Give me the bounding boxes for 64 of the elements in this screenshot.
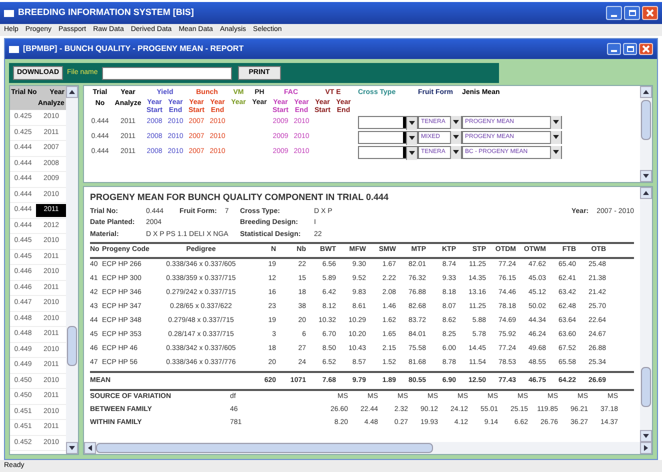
dropdown-arrow-button[interactable] — [450, 130, 461, 144]
scroll-down-button[interactable] — [640, 170, 652, 182]
caret-icon — [453, 150, 459, 154]
arrow-icon — [69, 445, 76, 451]
arrow-icon — [643, 173, 649, 179]
minimize-icon — [611, 50, 617, 52]
dropdown-arrow-button[interactable] — [450, 146, 461, 158]
caret-icon — [409, 121, 415, 125]
window-icon — [4, 10, 14, 16]
window-icon — [9, 46, 19, 52]
close-button[interactable] — [639, 43, 653, 55]
maximize-icon — [628, 10, 636, 16]
caret-icon — [409, 151, 415, 155]
dropdown-arrow-button[interactable] — [550, 130, 561, 144]
scrollbar-thumb[interactable] — [641, 367, 651, 407]
scroll-up-button[interactable] — [640, 187, 652, 199]
arrow-icon — [643, 89, 649, 95]
dropdown-arrow-button[interactable] — [550, 116, 561, 128]
scroll-down-button[interactable] — [66, 442, 78, 454]
close-icon — [642, 45, 650, 53]
caret-icon — [453, 120, 459, 124]
field-separator — [403, 132, 406, 142]
dropdown-arrow-button[interactable] — [406, 132, 417, 144]
child-window-title: [BPMBP] - BUNCH QUALITY - PROGENY MEAN - REPORT — [23, 43, 244, 55]
dropdown-arrow-button[interactable] — [406, 116, 417, 130]
dropdown-arrow-button[interactable] — [450, 116, 461, 128]
minimize-icon — [611, 15, 617, 17]
maximize-button[interactable] — [623, 43, 637, 55]
close-icon — [646, 9, 654, 17]
arrow-icon — [643, 190, 649, 196]
scroll-right-button[interactable] — [640, 442, 652, 454]
caret-icon — [453, 135, 459, 139]
minimize-button[interactable] — [606, 6, 622, 20]
caret-icon — [553, 120, 559, 124]
cross-type-dropdown[interactable] — [358, 130, 418, 144]
scroll-up-button[interactable] — [66, 86, 78, 98]
vertical-scrollbar[interactable] — [640, 187, 652, 442]
minimize-button[interactable] — [607, 43, 621, 55]
scroll-left-button[interactable] — [84, 442, 96, 454]
caret-icon — [409, 136, 415, 140]
caret-icon — [553, 150, 559, 154]
field-separator — [403, 146, 406, 158]
dropdown-arrow-button[interactable] — [406, 146, 417, 160]
scrollbar-thumb[interactable] — [96, 443, 434, 453]
vertical-scrollbar[interactable] — [66, 86, 78, 454]
arrow-icon — [69, 89, 76, 95]
window-title: BREEDING INFORMATION SYSTEM [BIS] — [18, 6, 194, 20]
maximize-button[interactable] — [624, 6, 640, 20]
file-name-field[interactable] — [102, 66, 232, 80]
arrow-icon — [87, 445, 93, 451]
scroll-up-button[interactable] — [640, 86, 652, 98]
horizontal-scrollbar[interactable] — [84, 442, 652, 454]
vertical-scrollbar[interactable] — [640, 86, 652, 182]
cross-type-dropdown[interactable] — [358, 116, 418, 128]
report-title: PROGENY MEAN FOR BUNCH QUALITY COMPONENT IN TRIAL 0.444 — [90, 191, 390, 204]
close-button[interactable] — [642, 6, 658, 20]
scrollbar-thumb[interactable] — [67, 326, 78, 366]
cross-type-dropdown[interactable] — [358, 146, 418, 158]
maximize-icon — [626, 46, 634, 52]
dropdown-arrow-button[interactable] — [550, 146, 561, 158]
scroll-down-button[interactable] — [640, 430, 652, 442]
scrollbar-thumb[interactable] — [641, 100, 651, 140]
caret-icon — [553, 135, 559, 139]
field-separator — [403, 116, 406, 128]
